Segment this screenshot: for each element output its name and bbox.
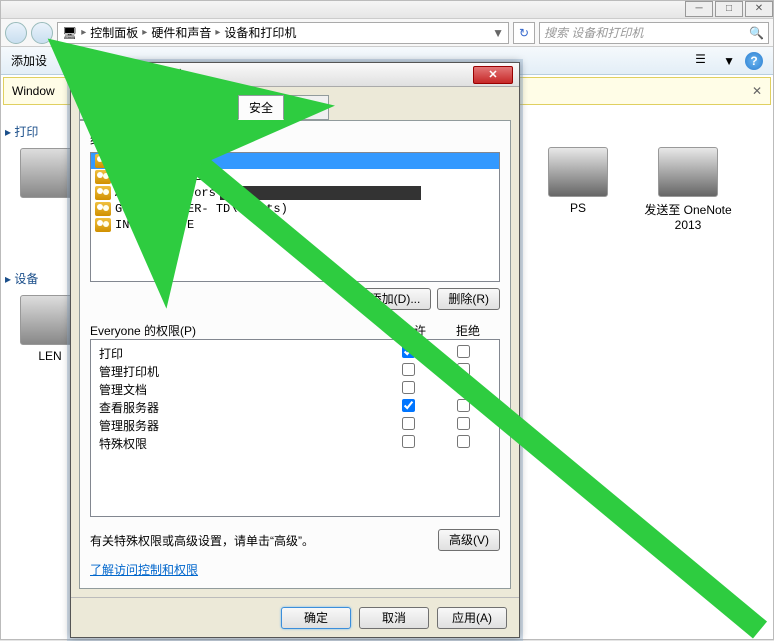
advanced-button[interactable]: 高级(V) — [438, 529, 500, 551]
breadcrumb-icon: 🖥 — [62, 26, 77, 40]
permission-row: 特殊权限 — [99, 434, 491, 452]
learn-acl-link[interactable]: 了解访问控制和权限 — [90, 561, 500, 578]
dialog-title: 打印服务器 属性 — [97, 66, 184, 83]
dropdown-icon[interactable]: ▼ — [723, 54, 735, 68]
dialog-close-button[interactable]: ✕ — [473, 66, 513, 84]
group-icon — [95, 202, 111, 216]
deny-checkbox[interactable] — [457, 345, 470, 358]
breadcrumb-item[interactable]: 设备和打印机 — [224, 24, 296, 41]
view-icon[interactable]: ☰ — [695, 52, 713, 70]
permissions-for-label: Everyone 的权限(P) — [90, 322, 196, 339]
deny-checkbox[interactable] — [457, 417, 470, 430]
search-icon: 🔍 — [749, 26, 764, 40]
permission-row: 管理服务器 — [99, 416, 491, 434]
deny-checkbox[interactable] — [457, 399, 470, 412]
permission-name: 特殊权限 — [99, 435, 381, 452]
user-list-item[interactable]: INTERACTIVE — [91, 217, 499, 233]
help-icon[interactable]: ? — [745, 52, 763, 70]
minimize-button[interactable]: ─ — [685, 1, 713, 17]
dialog-titlebar[interactable]: 打印服务器 属性 ✕ — [71, 63, 519, 87]
infobar-close-icon[interactable]: ✕ — [752, 84, 762, 98]
user-list-item[interactable]: CREATOR OWNER — [91, 169, 499, 185]
deny-checkbox[interactable] — [457, 363, 470, 376]
group-icon — [95, 170, 111, 184]
user-list-item[interactable]: Administrators — [91, 185, 499, 201]
breadcrumb[interactable]: 🖥 ▸ 控制面板 ▸ 硬件和声音 ▸ 设备和打印机 ▼ — [57, 22, 509, 44]
cancel-button[interactable]: 取消 — [359, 607, 429, 629]
user-list[interactable]: EveryoneCREATOR OWNERAdministrators Gues… — [90, 152, 500, 282]
tab-表单[interactable]: 表单 — [79, 95, 125, 120]
special-permissions-text: 有关特殊权限或高级设置，请单击“高级”。 — [90, 532, 314, 549]
printer-icon — [77, 68, 91, 82]
user-list-item[interactable]: Guests (USER- TD\Guests) — [91, 201, 499, 217]
sidebar: ▸ 打印 ▸ 设备 LEN — [1, 107, 71, 641]
tab-高级[interactable]: 高级 — [283, 95, 329, 120]
refresh-button[interactable]: ↻ — [513, 22, 535, 44]
col-allow: 允许 — [402, 322, 426, 339]
permissions-list: 打印管理打印机管理文档查看服务器管理服务器特殊权限 — [90, 339, 500, 517]
group-icon — [95, 218, 111, 232]
dialog-body: 表单端口驱动程序安全高级 组或用户名(G): EveryoneCREATOR O… — [71, 87, 519, 597]
window-buttons: ─ □ ✕ — [683, 1, 773, 17]
group-icon — [95, 154, 111, 168]
add-button[interactable]: 添加(D)... — [359, 288, 432, 310]
close-button[interactable]: ✕ — [745, 1, 773, 17]
tab-安全[interactable]: 安全 — [238, 95, 284, 120]
apply-button[interactable]: 应用(A) — [437, 607, 507, 629]
toolbar-add-device[interactable]: 添加设 — [11, 52, 47, 69]
printer-onenote[interactable]: 发送至 OneNote 2013 — [643, 147, 733, 232]
col-deny: 拒绝 — [456, 322, 480, 339]
allow-checkbox[interactable] — [402, 363, 415, 376]
remove-button[interactable]: 删除(R) — [437, 288, 500, 310]
forward-button[interactable] — [31, 22, 53, 44]
search-input[interactable]: 搜索 设备和打印机 🔍 — [539, 22, 769, 44]
group-label: 组或用户名(G): — [90, 131, 500, 148]
breadcrumb-item[interactable]: 硬件和声音 — [151, 24, 211, 41]
back-button[interactable] — [5, 22, 27, 44]
user-list-item[interactable]: Everyone — [91, 153, 499, 169]
permission-row: 管理文档 — [99, 380, 491, 398]
permission-name: 查看服务器 — [99, 399, 381, 416]
deny-checkbox[interactable] — [457, 381, 470, 394]
permission-name: 管理打印机 — [99, 363, 381, 380]
ok-button[interactable]: 确定 — [281, 607, 351, 629]
permission-name: 管理服务器 — [99, 417, 381, 434]
section-devices: ▸ 设备 — [5, 270, 67, 287]
permission-row: 打印 — [99, 344, 491, 362]
allow-checkbox[interactable] — [402, 345, 415, 358]
print-server-properties-dialog: 打印服务器 属性 ✕ 表单端口驱动程序安全高级 组或用户名(G): Everyo… — [70, 62, 520, 638]
permission-name: 管理文档 — [99, 381, 381, 398]
maximize-button[interactable]: □ — [715, 1, 743, 17]
breadcrumb-item[interactable]: 控制面板 — [90, 24, 138, 41]
window-titlebar: ─ □ ✕ — [1, 1, 773, 19]
group-icon — [95, 186, 111, 200]
allow-checkbox[interactable] — [402, 381, 415, 394]
tab-security: 组或用户名(G): EveryoneCREATOR OWNERAdministr… — [79, 120, 511, 589]
permission-name: 打印 — [99, 345, 381, 362]
allow-checkbox[interactable] — [402, 435, 415, 448]
tab-strip: 表单端口驱动程序安全高级 — [79, 95, 511, 120]
allow-checkbox[interactable] — [402, 399, 415, 412]
nav-bar: 🖥 ▸ 控制面板 ▸ 硬件和声音 ▸ 设备和打印机 ▼ ↻ 搜索 设备和打印机 … — [1, 19, 773, 47]
printer-item[interactable]: PS — [533, 147, 623, 232]
deny-checkbox[interactable] — [457, 435, 470, 448]
section-printers: ▸ 打印 — [5, 123, 67, 140]
permission-row: 管理打印机 — [99, 362, 491, 380]
permission-row: 查看服务器 — [99, 398, 491, 416]
allow-checkbox[interactable] — [402, 417, 415, 430]
tab-端口[interactable]: 端口 — [124, 95, 170, 120]
dialog-footer: 确定 取消 应用(A) — [71, 597, 519, 637]
tab-驱动程序[interactable]: 驱动程序 — [169, 95, 239, 120]
